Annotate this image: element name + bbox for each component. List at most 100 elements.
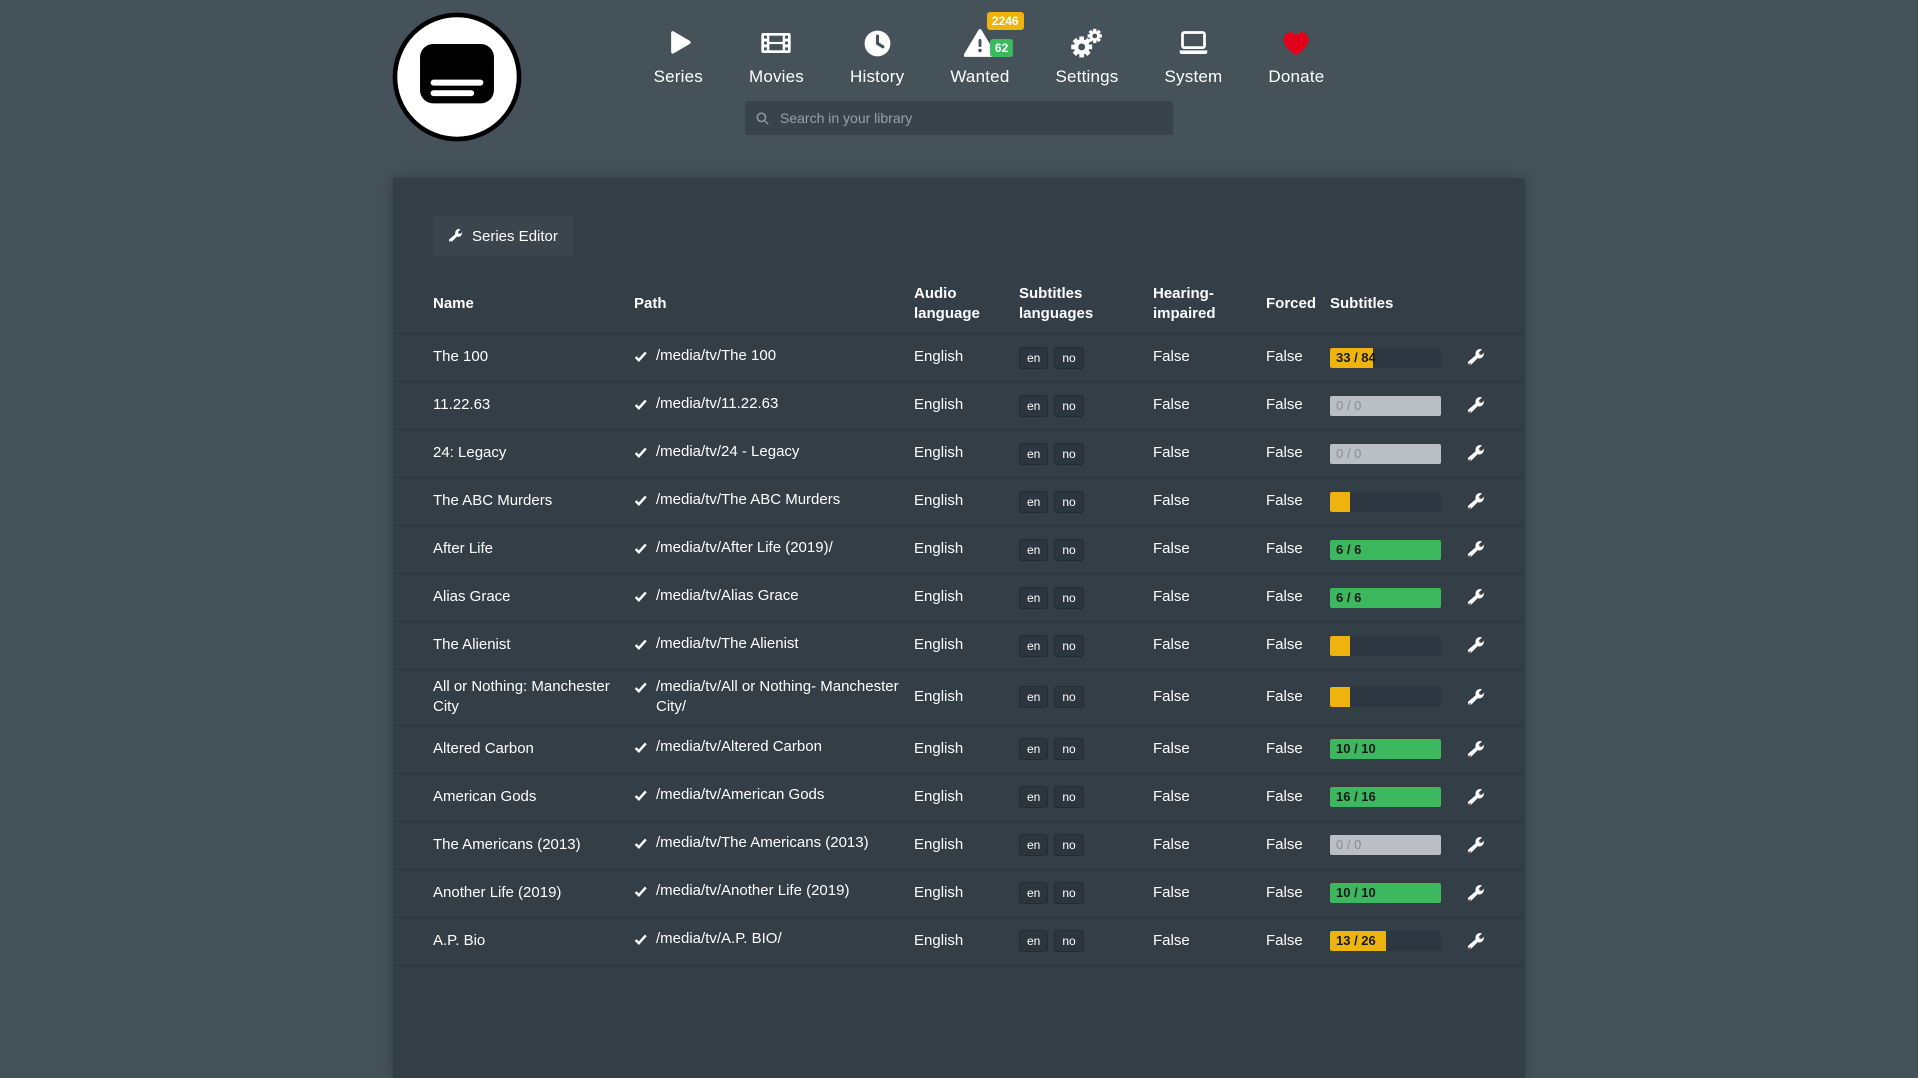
progress-label: 6 / 6 bbox=[1336, 589, 1361, 607]
audio-language: English bbox=[914, 395, 1019, 415]
subtitles-languages: enno bbox=[1019, 786, 1153, 808]
series-path: /media/tv/The Alienist bbox=[656, 634, 799, 654]
series-name[interactable]: The 100 bbox=[433, 347, 634, 367]
nav-series[interactable]: Series bbox=[631, 26, 726, 87]
edit-series-wrench-icon[interactable] bbox=[1468, 789, 1485, 806]
subtitles-languages: enno bbox=[1019, 395, 1153, 417]
check-icon bbox=[634, 680, 647, 700]
edit-series-wrench-icon[interactable] bbox=[1468, 541, 1485, 558]
series-path-cell: /media/tv/After Life (2019)/ bbox=[634, 538, 914, 561]
forced: False bbox=[1266, 787, 1330, 807]
nav-donate[interactable]: Donate bbox=[1245, 26, 1347, 87]
series-path: /media/tv/The ABC Murders bbox=[656, 490, 840, 510]
edit-series-wrench-icon[interactable] bbox=[1468, 689, 1485, 706]
table-row: A.P. Bio /media/tv/A.P. BIO/ English enn… bbox=[393, 918, 1525, 966]
edit-series-wrench-icon[interactable] bbox=[1468, 397, 1485, 414]
series-path-cell: /media/tv/A.P. BIO/ bbox=[634, 929, 914, 952]
edit-series-wrench-icon[interactable] bbox=[1468, 349, 1485, 366]
subtitles-progress: 0 / 0 bbox=[1330, 396, 1441, 416]
audio-language: English bbox=[914, 539, 1019, 559]
library-search bbox=[745, 101, 1173, 135]
nav-label: History bbox=[850, 67, 904, 87]
subtitles-cell: 6 / 6 bbox=[1330, 588, 1450, 608]
subtitles-cell: 0 / 0 bbox=[1330, 835, 1450, 855]
hearing-impaired: False bbox=[1153, 491, 1266, 511]
hearing-impaired: False bbox=[1153, 739, 1266, 759]
nav-settings[interactable]: Settings bbox=[1032, 26, 1141, 87]
audio-language: English bbox=[914, 587, 1019, 607]
subtitles-progress: 6 / 6 bbox=[1330, 588, 1441, 608]
series-name[interactable]: 24: Legacy bbox=[433, 443, 634, 463]
nav-label: System bbox=[1165, 67, 1223, 87]
series-editor-button[interactable]: Series Editor bbox=[433, 216, 574, 256]
series-name[interactable]: Altered Carbon bbox=[433, 739, 634, 759]
edit-series-wrench-icon[interactable] bbox=[1468, 493, 1485, 510]
subtitles-cell: 0 / 0 bbox=[1330, 444, 1450, 464]
series-path-cell: /media/tv/Another Life (2019) bbox=[634, 881, 914, 904]
edit-series-wrench-icon[interactable] bbox=[1468, 837, 1485, 854]
series-name[interactable]: 11.22.63 bbox=[433, 395, 634, 415]
subtitles-cell: 6 / 6 bbox=[1330, 540, 1450, 560]
audio-language: English bbox=[914, 635, 1019, 655]
series-path-cell: /media/tv/The Americans (2013) bbox=[634, 833, 914, 856]
series-name[interactable]: After Life bbox=[433, 539, 634, 559]
series-name[interactable]: The ABC Murders bbox=[433, 491, 634, 511]
language-badge: en bbox=[1019, 347, 1048, 369]
subtitles-progress: 10 / 10 bbox=[1330, 739, 1441, 759]
series-name[interactable]: Another Life (2019) bbox=[433, 883, 634, 903]
language-badge: en bbox=[1019, 491, 1048, 513]
series-name[interactable]: A.P. Bio bbox=[433, 931, 634, 951]
language-badge: no bbox=[1054, 587, 1083, 609]
subtitles-languages: enno bbox=[1019, 834, 1153, 856]
language-badge: no bbox=[1054, 395, 1083, 417]
audio-language: English bbox=[914, 931, 1019, 951]
subtitles-cell: 16 / 16 bbox=[1330, 787, 1450, 807]
nav-system[interactable]: System bbox=[1142, 26, 1246, 87]
subtitles-languages: enno bbox=[1019, 347, 1153, 369]
wanted-series-count-badge: 2246 bbox=[987, 12, 1024, 30]
series-path-cell: /media/tv/All or Nothing- Manchester Cit… bbox=[634, 677, 914, 718]
subtitles-progress bbox=[1330, 636, 1441, 656]
table-row: All or Nothing: Manchester City /media/t… bbox=[393, 670, 1525, 726]
series-name[interactable]: Alias Grace bbox=[433, 587, 634, 607]
nav-history[interactable]: History bbox=[827, 26, 927, 87]
forced: False bbox=[1266, 739, 1330, 759]
subtitles-languages: enno bbox=[1019, 686, 1153, 708]
edit-series-wrench-icon[interactable] bbox=[1468, 445, 1485, 462]
hearing-impaired: False bbox=[1153, 539, 1266, 559]
subtitles-progress: 0 / 0 bbox=[1330, 835, 1441, 855]
series-name[interactable]: All or Nothing: Manchester City bbox=[433, 677, 634, 718]
heart-icon bbox=[1279, 26, 1313, 60]
subtitles-cell bbox=[1330, 636, 1450, 656]
progress-label: 13 / 26 bbox=[1336, 932, 1376, 950]
subtitles-languages: enno bbox=[1019, 930, 1153, 952]
language-badge: en bbox=[1019, 686, 1048, 708]
forced: False bbox=[1266, 491, 1330, 511]
edit-series-wrench-icon[interactable] bbox=[1468, 741, 1485, 758]
series-name[interactable]: American Gods bbox=[433, 787, 634, 807]
search-input[interactable] bbox=[778, 109, 1163, 127]
series-path: /media/tv/The 100 bbox=[656, 346, 776, 366]
audio-language: English bbox=[914, 347, 1019, 367]
nav-label: Donate bbox=[1268, 67, 1324, 87]
audio-language: English bbox=[914, 739, 1019, 759]
series-path: /media/tv/American Gods bbox=[656, 785, 824, 805]
series-name[interactable]: The Americans (2013) bbox=[433, 835, 634, 855]
series-path-cell: /media/tv/The ABC Murders bbox=[634, 490, 914, 513]
series-path-cell: /media/tv/24 - Legacy bbox=[634, 442, 914, 465]
subtitles-cell: 33 / 84 bbox=[1330, 348, 1450, 368]
subtitles-languages: enno bbox=[1019, 587, 1153, 609]
series-path: /media/tv/After Life (2019)/ bbox=[656, 538, 833, 558]
series-path-cell: /media/tv/11.22.63 bbox=[634, 394, 914, 417]
subtitles-languages: enno bbox=[1019, 882, 1153, 904]
language-badge: en bbox=[1019, 834, 1048, 856]
table-row: 24: Legacy /media/tv/24 - Legacy English… bbox=[393, 430, 1525, 478]
nav-movies[interactable]: Movies bbox=[726, 26, 827, 87]
subtitles-cell: 10 / 10 bbox=[1330, 739, 1450, 759]
series-name[interactable]: The Alienist bbox=[433, 635, 634, 655]
edit-series-wrench-icon[interactable] bbox=[1468, 885, 1485, 902]
subtitles-languages: enno bbox=[1019, 491, 1153, 513]
edit-series-wrench-icon[interactable] bbox=[1468, 637, 1485, 654]
edit-series-wrench-icon[interactable] bbox=[1468, 589, 1485, 606]
nav-wanted[interactable]: 2246 62 Wanted bbox=[927, 26, 1032, 87]
